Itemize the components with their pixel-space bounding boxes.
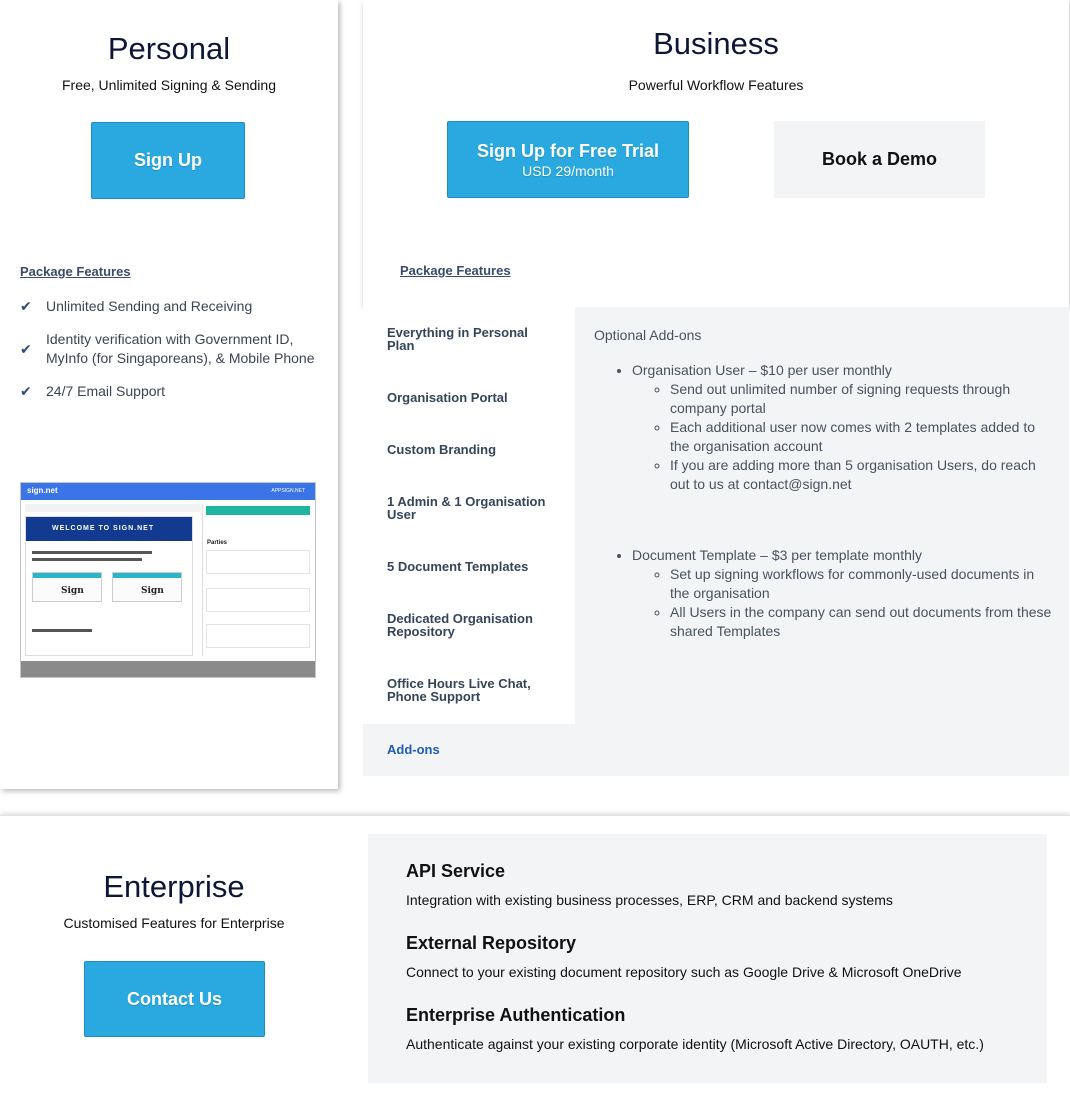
book-demo-button[interactable]: Book a Demo <box>774 121 985 198</box>
preview-text-line <box>32 629 92 632</box>
enterprise-title: Enterprise <box>103 869 245 904</box>
preview-signature-box: Sign <box>32 572 102 602</box>
tab-live-chat-support[interactable]: Office Hours Live Chat, Phone Support <box>387 677 557 703</box>
preview-party-row <box>206 550 310 574</box>
business-title: Business <box>653 26 779 61</box>
addon-subitem: Set up signing workflows for commonly-us… <box>670 565 1054 603</box>
enterprise-feature-title: External Repository <box>406 933 577 953</box>
personal-feature-list: ✔ Unlimited Sending and Receiving ✔ Iden… <box>20 297 320 415</box>
tab-dedicated-repository[interactable]: Dedicated Organisation Repository <box>387 612 557 638</box>
tab-add-ons[interactable]: Add-ons <box>387 742 440 757</box>
free-trial-price: USD 29/month <box>522 162 614 179</box>
preview-document: WELCOME TO SIGN.NET Sign Sign <box>25 516 193 656</box>
business-feature-tabs: Everything in Personal Plan Organisation… <box>363 307 575 724</box>
free-trial-button[interactable]: Sign Up for Free Trial USD 29/month <box>447 121 689 198</box>
personal-subtitle: Free, Unlimited Signing & Sending <box>61 77 276 93</box>
check-icon: ✔ <box>20 298 32 314</box>
addon-label: Document Template – $3 per template mont… <box>632 547 923 563</box>
contact-us-button[interactable]: Contact Us <box>84 961 265 1037</box>
app-preview-screenshot: sign.net APPSIGN.NET WELCOME TO SIGN.NET… <box>20 482 316 678</box>
tab-everything-in-personal[interactable]: Everything in Personal Plan <box>387 326 557 352</box>
addon-subitem: Each additional user now comes with 2 te… <box>670 418 1054 456</box>
addon-list: Organisation User – $10 per user monthly… <box>594 361 1054 494</box>
addons-heading: Optional Add-ons <box>594 327 702 343</box>
check-icon: ✔ <box>20 340 32 357</box>
addon-subitem: If you are adding more than 5 organisati… <box>670 456 1054 494</box>
preview-parties-label: Parties <box>207 540 228 546</box>
personal-plan-card: Personal Free, Unlimited Signing & Sendi… <box>0 0 338 789</box>
contact-us-label: Contact Us <box>126 988 222 1009</box>
preview-party-row <box>206 588 310 612</box>
feature-text: Unlimited Sending and Receiving <box>46 298 253 314</box>
preview-footer <box>21 661 315 677</box>
free-trial-label: Sign Up for Free Trial <box>476 140 660 161</box>
personal-sign-up-button[interactable]: Sign Up <box>91 122 245 199</box>
tab-admin-user[interactable]: 1 Admin & 1 Organisation User <box>387 495 557 521</box>
enterprise-feature-title: API Service <box>406 861 506 881</box>
business-package-features-link[interactable]: Package Features <box>400 263 511 278</box>
tab-document-templates[interactable]: 5 Document Templates <box>387 560 557 573</box>
preview-logo: sign.net <box>27 486 58 495</box>
preview-panel-button <box>206 506 310 515</box>
addon-list: Document Template – $3 per template mont… <box>594 546 1054 641</box>
enterprise-feature-title: Enterprise Authentication <box>406 1005 626 1025</box>
preview-signature: Sign <box>61 586 84 596</box>
business-plan-card: Business Powerful Workflow Features Sign… <box>363 0 1069 307</box>
preview-text-line <box>32 558 142 561</box>
preview-side-panel: Parties <box>202 504 312 656</box>
enterprise-feature-desc: Connect to your existing document reposi… <box>406 964 962 980</box>
business-subtitle: Powerful Workflow Features <box>628 77 804 93</box>
enterprise-feature-desc: Integration with existing business proce… <box>406 892 893 908</box>
addon-subitem: Send out unlimited number of signing req… <box>670 380 1054 418</box>
book-demo-label: Book a Demo <box>821 149 938 169</box>
feature-text: 24/7 Email Support <box>46 383 166 399</box>
tab-organisation-portal[interactable]: Organisation Portal <box>387 391 557 404</box>
enterprise-feature-desc: Authenticate against your existing corpo… <box>406 1036 984 1052</box>
preview-toolbar <box>25 504 201 512</box>
addons-content: Optional Add-ons Organisation User – $10… <box>594 327 1054 693</box>
feature-item: ✔ Unlimited Sending and Receiving <box>20 297 320 316</box>
check-icon: ✔ <box>20 383 32 399</box>
personal-sign-up-label: Sign Up <box>134 150 202 170</box>
preview-welcome-banner: WELCOME TO SIGN.NET <box>26 517 192 541</box>
preview-party-row <box>206 624 310 648</box>
addon-item: Document Template – $3 per template mont… <box>632 546 1054 641</box>
preview-signature-box: Sign <box>112 572 182 602</box>
tab-custom-branding[interactable]: Custom Branding <box>387 443 557 456</box>
preview-header-right: APPSIGN.NET <box>271 488 305 494</box>
personal-package-features-link[interactable]: Package Features <box>20 264 131 279</box>
addon-subitem: All Users in the company can send out do… <box>670 603 1054 641</box>
feature-text: Identity verification with Government ID… <box>46 331 315 366</box>
preview-header: sign.net APPSIGN.NET <box>21 483 315 500</box>
addon-item: Organisation User – $10 per user monthly… <box>632 361 1054 494</box>
feature-item: ✔ 24/7 Email Support <box>20 382 320 401</box>
enterprise-subtitle: Customised Features for Enterprise <box>63 915 285 931</box>
personal-title: Personal <box>107 31 231 66</box>
preview-text-line <box>32 551 152 554</box>
preview-signature: Sign <box>141 586 164 596</box>
addon-label: Organisation User – $10 per user monthly <box>632 362 892 378</box>
feature-item: ✔ Identity verification with Government … <box>20 330 320 368</box>
